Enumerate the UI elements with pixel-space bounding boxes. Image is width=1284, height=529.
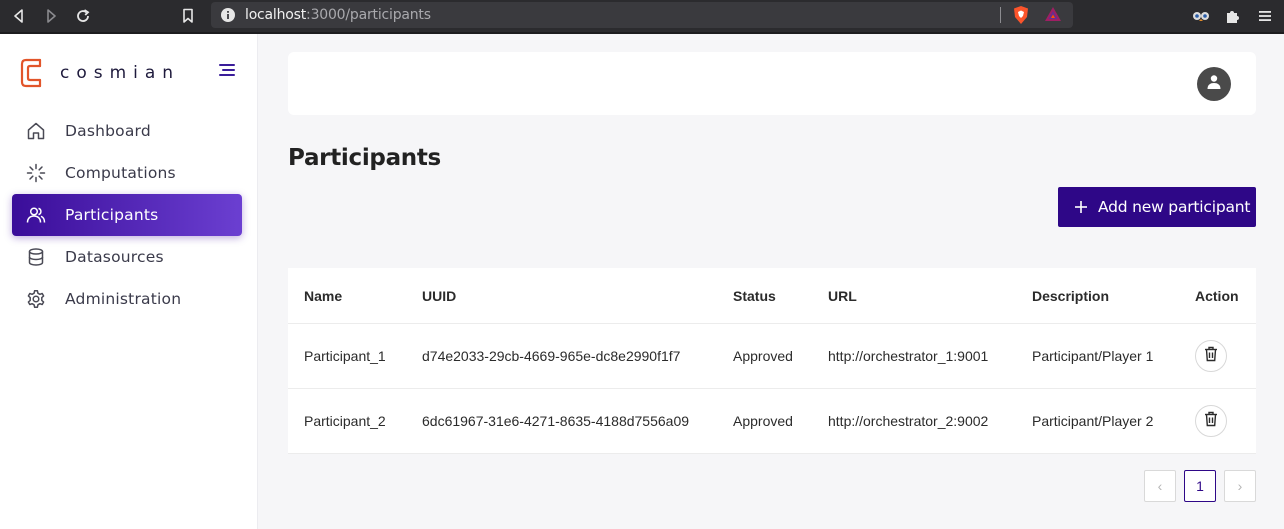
- sidebar-item-datasources[interactable]: Datasources: [12, 236, 242, 278]
- sidebar-item-label: Administration: [65, 290, 182, 308]
- cosmian-logo-mark: [20, 58, 42, 88]
- trash-icon: [1204, 411, 1218, 432]
- trash-icon: [1204, 346, 1218, 367]
- user-icon: [1206, 74, 1222, 95]
- column-header-name[interactable]: Name: [304, 288, 342, 304]
- column-header-uuid[interactable]: UUID: [422, 288, 456, 304]
- sidebar-item-label: Participants: [65, 206, 159, 224]
- cell-uuid: 6dc61967-31e6-4271-8635-4188d7556a09: [422, 413, 690, 429]
- page-number: 1: [1196, 478, 1204, 494]
- url-host: localhost: [245, 7, 307, 23]
- brave-rewards-icon[interactable]: [1044, 6, 1062, 27]
- sidebar-item-label: Dashboard: [65, 122, 151, 140]
- extensions-puzzle-icon[interactable]: [1222, 5, 1244, 27]
- sidebar-item-administration[interactable]: Administration: [12, 278, 242, 320]
- logo-text: cosmian: [60, 63, 181, 83]
- site-info-icon[interactable]: [219, 6, 237, 24]
- page-title: Participants: [288, 145, 441, 171]
- column-header-description[interactable]: Description: [1032, 288, 1109, 304]
- reload-icon[interactable]: [72, 5, 94, 27]
- cell-status: Approved: [733, 348, 793, 364]
- cell-uuid: d74e2033-29cb-4669-965e-dc8e2990f1f7: [422, 348, 681, 364]
- table-row[interactable]: Participant_1 d74e2033-29cb-4669-965e-dc…: [288, 324, 1256, 389]
- gear-icon: [26, 289, 46, 309]
- chevron-right-icon: ›: [1237, 478, 1243, 494]
- sidebar-item-participants[interactable]: Participants: [12, 194, 242, 236]
- brave-shield-icon[interactable]: [1012, 5, 1030, 30]
- cell-name: Participant_2: [304, 413, 386, 429]
- forward-icon[interactable]: [40, 5, 62, 27]
- users-icon: [26, 205, 46, 225]
- participants-table: Name UUID Status URL Description Action …: [288, 268, 1256, 454]
- url-text[interactable]: localhost:3000/participants: [245, 7, 431, 23]
- user-avatar[interactable]: [1197, 67, 1231, 101]
- cell-description: Participant/Player 2: [1032, 413, 1154, 429]
- cosmian-logo[interactable]: cosmian: [18, 56, 180, 90]
- sidebar-item-label: Datasources: [65, 248, 164, 266]
- database-icon: [26, 247, 46, 267]
- pagination-page-1[interactable]: 1: [1184, 470, 1216, 502]
- table-row[interactable]: Participant_2 6dc61967-31e6-4271-8635-41…: [288, 389, 1256, 454]
- extension-owl-icon[interactable]: [1190, 5, 1212, 27]
- add-participant-label: Add new participant: [1098, 198, 1251, 216]
- sidebar-item-dashboard[interactable]: Dashboard: [12, 110, 242, 152]
- url-path: :3000/participants: [306, 7, 431, 23]
- url-divider: [1000, 7, 1001, 23]
- loader-icon: [26, 163, 46, 183]
- sidebar-item-label: Computations: [65, 164, 176, 182]
- sidebar-nav: Dashboard Computations Participants Data…: [12, 110, 242, 320]
- browser-menu-icon[interactable]: [1254, 5, 1276, 27]
- table-header: Name UUID Status URL Description Action: [288, 268, 1256, 324]
- back-icon[interactable]: [8, 5, 30, 27]
- delete-participant-button[interactable]: [1195, 340, 1227, 372]
- sidebar-item-computations[interactable]: Computations: [12, 152, 242, 194]
- sidebar: cosmian Dashboard Computations Participa…: [0, 34, 258, 529]
- delete-participant-button[interactable]: [1195, 405, 1227, 437]
- plus-icon: [1074, 200, 1088, 214]
- cell-url: http://orchestrator_2:9002: [828, 413, 989, 429]
- add-participant-button[interactable]: Add new participant: [1058, 187, 1256, 227]
- column-header-status[interactable]: Status: [733, 288, 776, 304]
- cell-url: http://orchestrator_1:9001: [828, 348, 989, 364]
- header-bar: [288, 52, 1256, 115]
- browser-toolbar: localhost:3000/participants: [0, 0, 1284, 34]
- chevron-left-icon: ‹: [1157, 478, 1163, 494]
- home-icon: [26, 121, 46, 141]
- column-header-action: Action: [1195, 288, 1239, 304]
- column-header-url[interactable]: URL: [828, 288, 857, 304]
- pagination-next-button[interactable]: ›: [1224, 470, 1256, 502]
- cell-description: Participant/Player 1: [1032, 348, 1154, 364]
- address-bar[interactable]: localhost:3000/participants: [211, 2, 1073, 28]
- menu-toggle-icon[interactable]: [218, 62, 236, 78]
- bookmark-icon[interactable]: [177, 5, 199, 27]
- pagination-prev-button[interactable]: ‹: [1144, 470, 1176, 502]
- cell-status: Approved: [733, 413, 793, 429]
- cell-name: Participant_1: [304, 348, 386, 364]
